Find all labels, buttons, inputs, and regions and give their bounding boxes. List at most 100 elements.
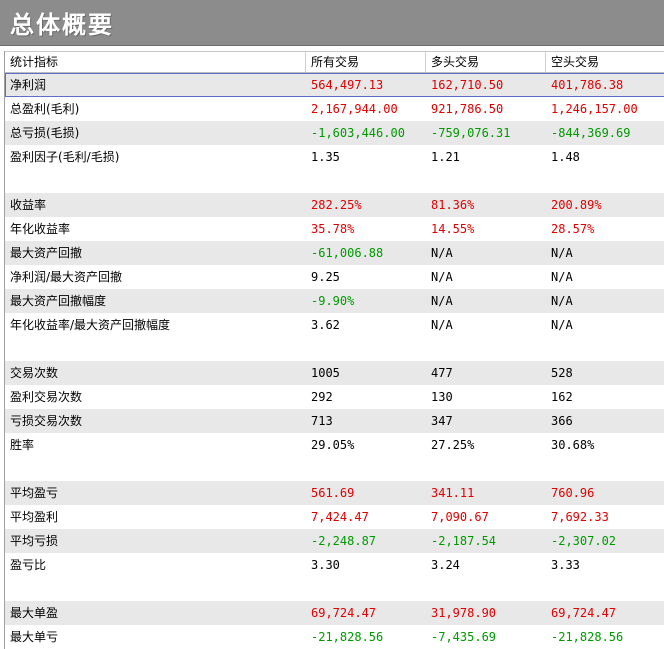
table-row[interactable]: 最大单亏 -21,828.56 -7,435.69 -21,828.56 bbox=[5, 625, 664, 649]
value-short-trades: 3.33 bbox=[551, 558, 580, 572]
column-header-metric[interactable]: 统计指标 bbox=[5, 52, 306, 72]
spacer-row bbox=[5, 337, 664, 361]
spacer-row bbox=[5, 169, 664, 193]
metric-label: 总盈利(毛利) bbox=[10, 102, 80, 116]
value-all-trades: 3.30 bbox=[311, 558, 340, 572]
value-all-trades: 1.35 bbox=[311, 150, 340, 164]
table-row[interactable]: 净利润 564,497.13 162,710.50 401,786.38 bbox=[5, 73, 664, 97]
value-long-trades: 3.24 bbox=[431, 558, 460, 572]
value-all-trades: 3.62 bbox=[311, 318, 340, 332]
column-header-long-trades[interactable]: 多头交易 bbox=[426, 52, 546, 72]
value-all-trades: 1005 bbox=[311, 366, 340, 380]
table-row[interactable]: 年化收益率 35.78% 14.55% 28.57% bbox=[5, 217, 664, 241]
table-row[interactable]: 盈亏比 3.30 3.24 3.33 bbox=[5, 553, 664, 577]
value-all-trades: -9.90% bbox=[311, 294, 355, 308]
value-short-trades: 760.96 bbox=[551, 486, 595, 500]
value-all-trades: 9.25 bbox=[311, 270, 340, 284]
value-all-trades: -21,828.56 bbox=[311, 630, 384, 644]
value-short-trades: 7,692.33 bbox=[551, 510, 609, 524]
table-row[interactable]: 最大资产回撤幅度 -9.90% N/A N/A bbox=[5, 289, 664, 313]
value-all-trades: 35.78% bbox=[311, 222, 355, 236]
value-long-trades: N/A bbox=[431, 270, 453, 284]
value-long-trades: 14.55% bbox=[431, 222, 475, 236]
metric-label: 平均亏损 bbox=[10, 534, 59, 548]
value-all-trades: -2,248.87 bbox=[311, 534, 377, 548]
value-short-trades: 162 bbox=[551, 390, 573, 404]
value-short-trades: 69,724.47 bbox=[551, 606, 617, 620]
value-long-trades: 477 bbox=[431, 366, 453, 380]
column-header-all-trades[interactable]: 所有交易 bbox=[306, 52, 426, 72]
value-all-trades: 282.25% bbox=[311, 198, 362, 212]
summary-table: 统计指标 所有交易 多头交易 空头交易 净利润 564,497.13 162,710… bbox=[4, 51, 664, 649]
spacer-row bbox=[5, 577, 664, 601]
table-row[interactable]: 收益率 282.25% 81.36% 200.89% bbox=[5, 193, 664, 217]
value-long-trades: 1.21 bbox=[431, 150, 460, 164]
table-body: 净利润 564,497.13 162,710.50 401,786.38 总盈利(毛利)… bbox=[5, 73, 664, 649]
value-long-trades: -7,435.69 bbox=[431, 630, 497, 644]
table-row[interactable]: 交易次数 1005 477 528 bbox=[5, 361, 664, 385]
metric-label: 年化收益率/最大资产回撤幅度 bbox=[10, 318, 171, 332]
value-short-trades: 28.57% bbox=[551, 222, 595, 236]
value-long-trades: N/A bbox=[431, 246, 453, 260]
table-header: 统计指标 所有交易 多头交易 空头交易 bbox=[5, 51, 664, 73]
value-short-trades: N/A bbox=[551, 318, 573, 332]
table-row[interactable]: 最大资产回撤 -61,006.88 N/A N/A bbox=[5, 241, 664, 265]
value-all-trades: -61,006.88 bbox=[311, 246, 384, 260]
value-all-trades: 2,167,944.00 bbox=[311, 102, 398, 116]
value-all-trades: 561.69 bbox=[311, 486, 355, 500]
value-short-trades: -844,369.69 bbox=[551, 126, 631, 140]
table-row[interactable]: 亏损交易次数 713 347 366 bbox=[5, 409, 664, 433]
metric-label: 净利润/最大资产回撤 bbox=[10, 270, 123, 284]
title-bar: 总体概要 bbox=[0, 0, 664, 46]
table-row[interactable]: 总盈利(毛利) 2,167,944.00 921,786.50 1,246,157.0… bbox=[5, 97, 664, 121]
table-row[interactable]: 总亏损(毛损) -1,603,446.00 -759,076.31 -844,369.… bbox=[5, 121, 664, 145]
value-long-trades: 341.11 bbox=[431, 486, 475, 500]
value-short-trades: 366 bbox=[551, 414, 573, 428]
spacer-row bbox=[5, 457, 664, 481]
value-all-trades: 564,497.13 bbox=[311, 78, 384, 92]
table-row[interactable]: 平均亏损 -2,248.87 -2,187.54 -2,307.02 bbox=[5, 529, 664, 553]
value-all-trades: 292 bbox=[311, 390, 333, 404]
table-row[interactable]: 最大单盈 69,724.47 31,978.90 69,724.47 bbox=[5, 601, 664, 625]
table-row[interactable]: 盈利交易次数 292 130 162 bbox=[5, 385, 664, 409]
metric-label: 净利润 bbox=[10, 78, 47, 92]
metric-label: 总亏损(毛损) bbox=[10, 126, 80, 140]
value-all-trades: 7,424.47 bbox=[311, 510, 369, 524]
value-long-trades: 81.36% bbox=[431, 198, 475, 212]
value-long-trades: 130 bbox=[431, 390, 453, 404]
value-long-trades: 921,786.50 bbox=[431, 102, 504, 116]
value-short-trades: 1,246,157.00 bbox=[551, 102, 638, 116]
table-row[interactable]: 净利润/最大资产回撤 9.25 N/A N/A bbox=[5, 265, 664, 289]
value-long-trades: 162,710.50 bbox=[431, 78, 504, 92]
table-row[interactable]: 平均盈亏 561.69 341.11 760.96 bbox=[5, 481, 664, 505]
value-short-trades: -2,307.02 bbox=[551, 534, 617, 548]
table-row[interactable]: 胜率 29.05% 27.25% 30.68% bbox=[5, 433, 664, 457]
metric-label: 胜率 bbox=[10, 438, 35, 452]
value-long-trades: 7,090.67 bbox=[431, 510, 489, 524]
value-short-trades: N/A bbox=[551, 270, 573, 284]
value-short-trades: 30.68% bbox=[551, 438, 595, 452]
table-row[interactable]: 年化收益率/最大资产回撤幅度 3.62 N/A N/A bbox=[5, 313, 664, 337]
value-all-trades: 29.05% bbox=[311, 438, 355, 452]
value-short-trades: 528 bbox=[551, 366, 573, 380]
metric-label: 盈利因子(毛利/毛损) bbox=[10, 150, 120, 164]
value-short-trades: 401,786.38 bbox=[551, 78, 624, 92]
value-long-trades: 27.25% bbox=[431, 438, 475, 452]
table-row[interactable]: 盈利因子(毛利/毛损) 1.35 1.21 1.48 bbox=[5, 145, 664, 169]
value-long-trades: 347 bbox=[431, 414, 453, 428]
column-header-short-trades[interactable]: 空头交易 bbox=[546, 52, 664, 72]
value-long-trades: N/A bbox=[431, 318, 453, 332]
metric-label: 最大单盈 bbox=[10, 606, 59, 620]
value-short-trades: 200.89% bbox=[551, 198, 602, 212]
page-title: 总体概要 bbox=[10, 11, 114, 39]
metric-label: 最大资产回撤 bbox=[10, 246, 83, 260]
table-row[interactable]: 平均盈利 7,424.47 7,090.67 7,692.33 bbox=[5, 505, 664, 529]
metric-label: 最大资产回撤幅度 bbox=[10, 294, 107, 308]
value-short-trades: 1.48 bbox=[551, 150, 580, 164]
value-all-trades: 713 bbox=[311, 414, 333, 428]
value-short-trades: N/A bbox=[551, 294, 573, 308]
value-long-trades: N/A bbox=[431, 294, 453, 308]
value-all-trades: 69,724.47 bbox=[311, 606, 377, 620]
metric-label: 交易次数 bbox=[10, 366, 59, 380]
metric-label: 平均盈亏 bbox=[10, 486, 59, 500]
